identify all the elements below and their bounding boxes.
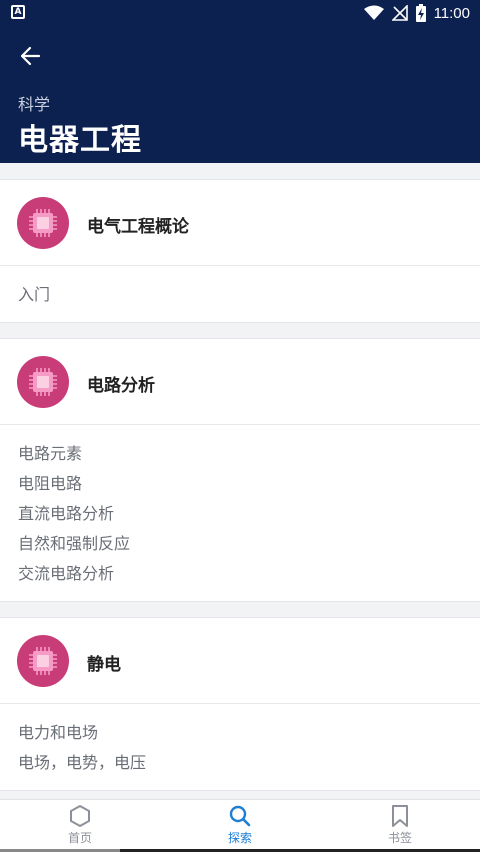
chip-icon [29, 368, 57, 396]
course-avatar [17, 197, 69, 249]
status-bar: A 11:00 [0, 0, 480, 27]
chip-icon [29, 647, 57, 675]
course-title: 静电 [87, 655, 121, 675]
topic-list: 电力和电场 电场，电势，电压 [0, 704, 480, 790]
topic-item[interactable]: 电力和电场 [18, 718, 480, 748]
tab-label: 探索 [227, 831, 252, 845]
course-avatar [17, 356, 69, 408]
bookmark-icon [392, 805, 408, 827]
back-button[interactable] [12, 41, 48, 71]
tab-label: 首页 [67, 831, 92, 845]
course-card[interactable]: 静电 电力和电场 电场，电势，电压 [0, 617, 480, 791]
page-title: 电器工程 [18, 123, 142, 158]
course-title: 电路分析 [87, 376, 155, 396]
status-time: 11:00 [433, 4, 470, 22]
tab-home[interactable]: 首页 [0, 800, 160, 852]
course-card-header[interactable]: 电路分析 [0, 339, 480, 425]
topic-item[interactable]: 入门 [18, 280, 480, 310]
chip-icon [29, 209, 57, 237]
battery-charging-icon [415, 4, 426, 22]
topic-list: 入门 [0, 266, 480, 322]
tab-bookmarks[interactable]: 书签 [320, 800, 480, 852]
page-header: 科学 电器工程 [0, 27, 480, 163]
topic-item[interactable]: 电阻电路 [18, 469, 480, 499]
topic-item[interactable]: 电场，电势，电压 [18, 748, 480, 778]
subject-label: 科学 [18, 95, 51, 114]
course-title: 电气工程概论 [87, 217, 189, 237]
course-card[interactable]: 电气工程概论 入门 [0, 179, 480, 323]
notification-app-icon: A [11, 5, 25, 19]
course-card[interactable]: 电路分析 电路元素 电阻电路 直流电路分析 自然和强制反应 交流电路分析 [0, 338, 480, 602]
topic-item[interactable]: 自然和强制反应 [18, 529, 480, 559]
course-card-header[interactable]: 电气工程概论 [0, 180, 480, 266]
topic-item[interactable]: 电路元素 [18, 439, 480, 469]
status-icons: 11:00 [363, 3, 470, 23]
topic-item[interactable]: 直流电路分析 [18, 499, 480, 529]
wifi-icon [363, 5, 384, 20]
bottom-navigation: 首页 探索 书签 [0, 799, 480, 852]
topic-list: 电路元素 电阻电路 直流电路分析 自然和强制反应 交流电路分析 [0, 425, 480, 601]
arrow-left-icon [20, 46, 41, 66]
tab-label: 书签 [387, 831, 412, 845]
course-avatar [17, 635, 69, 687]
search-icon [229, 805, 251, 827]
no-signal-icon [391, 5, 408, 21]
course-list: 电气工程概论 入门 电路分析 电路元素 电阻电路 直流电路分析 自然和强制反应 … [0, 163, 480, 799]
tab-explore[interactable]: 探索 [160, 800, 320, 852]
course-card-header[interactable]: 静电 [0, 618, 480, 704]
hexagon-icon [70, 805, 90, 827]
topic-item[interactable]: 交流电路分析 [18, 559, 480, 589]
